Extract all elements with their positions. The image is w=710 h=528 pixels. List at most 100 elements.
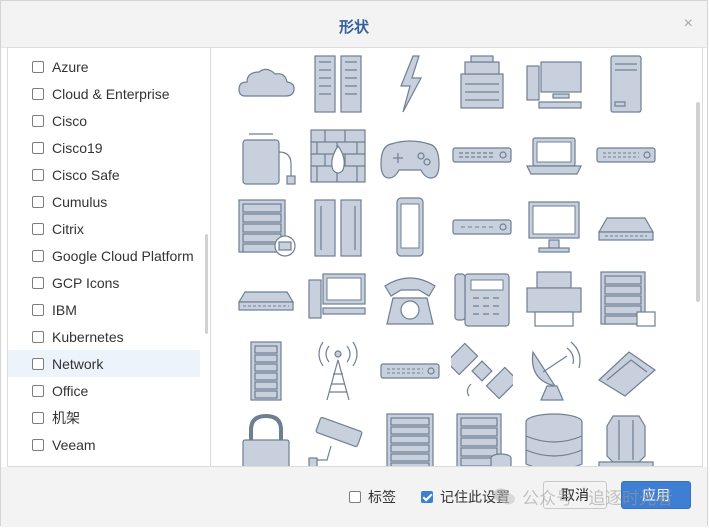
dialog-title-bar: 形状 × [1, 1, 707, 48]
printer-icon[interactable] [523, 268, 585, 330]
gamepad-icon[interactable] [379, 124, 441, 186]
library-label: Google Cloud Platform [52, 247, 194, 264]
external-drive-icon[interactable] [235, 124, 297, 186]
switch-icon[interactable] [451, 124, 513, 186]
library-label: GCP Icons [52, 274, 120, 291]
library-item[interactable]: Cisco19 [8, 134, 200, 161]
library-item[interactable]: Cloud & Enterprise [8, 80, 200, 107]
library-list-scrollbar[interactable] [205, 234, 208, 334]
library-checkbox[interactable] [32, 195, 44, 208]
library-item[interactable]: Kubernetes [8, 323, 200, 350]
library-checkbox[interactable] [32, 168, 44, 181]
firewall-icon[interactable] [307, 124, 369, 186]
satellite-icon[interactable] [451, 340, 513, 402]
library-checkbox[interactable] [32, 222, 44, 235]
shape-grid [211, 48, 702, 466]
library-item[interactable]: Citrix [8, 215, 200, 242]
library-item[interactable]: Cisco Safe [8, 161, 200, 188]
library-label: IBM [52, 301, 77, 318]
library-item[interactable]: Veeam [8, 431, 200, 458]
copier-icon[interactable] [451, 52, 513, 114]
library-item[interactable]: Cisco [8, 107, 200, 134]
library-label: Cloud & Enterprise [52, 85, 170, 102]
labels-checkbox[interactable] [349, 491, 361, 503]
server-pair-icon[interactable] [307, 196, 369, 258]
library-label: 机架 [52, 409, 80, 426]
buildings-icon[interactable] [307, 52, 369, 114]
dialog-title: 形状 [338, 19, 369, 36]
library-checkbox[interactable] [32, 303, 44, 316]
library-label: Citrix [52, 220, 84, 237]
router-icon[interactable] [595, 124, 657, 186]
labels-option-label: 标签 [368, 489, 396, 505]
hub-icon[interactable] [235, 268, 297, 330]
library-item[interactable]: Azure [8, 53, 200, 80]
close-icon[interactable]: × [684, 15, 693, 33]
library-checkbox[interactable] [32, 411, 44, 424]
dialog-footer: 标签 记住此设置 取消 应用 [1, 467, 707, 527]
library-checkbox[interactable] [32, 465, 44, 466]
library-checkbox[interactable] [32, 114, 44, 127]
library-item[interactable]: Network [8, 350, 200, 377]
library-label: Kubernetes [52, 328, 124, 345]
server-icon[interactable] [379, 412, 441, 466]
apply-button[interactable]: 应用 [621, 481, 691, 509]
workstation-icon[interactable] [307, 268, 369, 330]
library-checkbox[interactable] [32, 276, 44, 289]
library-label: Office [52, 382, 89, 399]
library-checkbox[interactable] [32, 141, 44, 154]
shape-grid-scrollbar[interactable] [696, 102, 700, 302]
tower-pc-icon[interactable] [595, 52, 657, 114]
library-checkbox[interactable] [32, 60, 44, 73]
mail-server-icon[interactable] [235, 196, 297, 258]
rack-icon[interactable] [235, 340, 297, 402]
library-checkbox[interactable] [32, 438, 44, 451]
radio-tower-icon[interactable] [307, 340, 369, 402]
library-item[interactable]: Cumulus [8, 188, 200, 215]
remember-option-label: 记住此设置 [440, 489, 510, 505]
library-item[interactable]: IBM [8, 296, 200, 323]
database-icon[interactable] [523, 412, 585, 466]
remember-checkbox[interactable] [421, 491, 433, 503]
library-checkbox[interactable] [32, 384, 44, 397]
lock-icon[interactable] [235, 412, 297, 466]
patch-panel-icon[interactable] [595, 196, 657, 258]
library-item[interactable]: 机架 [8, 404, 200, 431]
library-label: Network [52, 355, 104, 372]
satellite-dish-icon[interactable] [523, 340, 585, 402]
library-label: Cisco19 [52, 139, 103, 156]
library-label: Veeam [52, 436, 96, 453]
modem-icon[interactable] [451, 196, 513, 258]
library-item[interactable]: Google Cloud Platform [8, 242, 200, 269]
library-item[interactable]: VMware [8, 458, 200, 466]
monitor-icon[interactable] [523, 196, 585, 258]
labels-option[interactable]: 标签 [349, 487, 396, 507]
security-camera-icon[interactable] [307, 412, 369, 466]
library-item[interactable]: GCP Icons [8, 269, 200, 296]
proxy-server-icon[interactable] [595, 268, 657, 330]
cloud-icon[interactable] [235, 52, 297, 114]
shapes-dialog: 形状 × Azure Cloud & Enterprise Cisco Cisco19… [0, 0, 708, 527]
telephone-icon[interactable] [379, 268, 441, 330]
storage-server-icon[interactable] [451, 412, 513, 466]
mobile-phone-icon[interactable] [379, 196, 441, 258]
dialog-body: Azure Cloud & Enterprise Cisco Cisco19 Cisco… [7, 47, 703, 467]
supercomputer-icon[interactable] [595, 412, 657, 466]
remember-option[interactable]: 记住此设置 [421, 487, 510, 507]
library-list: Azure Cloud & Enterprise Cisco Cisco19 Cisco… [8, 48, 211, 466]
library-checkbox[interactable] [32, 330, 44, 343]
cancel-button[interactable]: 取消 [543, 481, 607, 509]
laptop-icon[interactable] [523, 124, 585, 186]
pc-icon[interactable] [523, 52, 585, 114]
library-checkbox[interactable] [32, 249, 44, 262]
library-label: Cumulus [52, 193, 108, 210]
router-device-icon[interactable] [379, 340, 441, 402]
ip-phone-icon[interactable] [451, 268, 513, 330]
library-label: Cisco Safe [52, 166, 120, 183]
library-label: Cisco [52, 112, 88, 129]
scanner-icon[interactable] [595, 340, 657, 402]
lightning-bolt-icon[interactable] [379, 52, 441, 114]
library-checkbox[interactable] [32, 357, 44, 370]
library-checkbox[interactable] [32, 87, 44, 100]
library-item[interactable]: Office [8, 377, 200, 404]
